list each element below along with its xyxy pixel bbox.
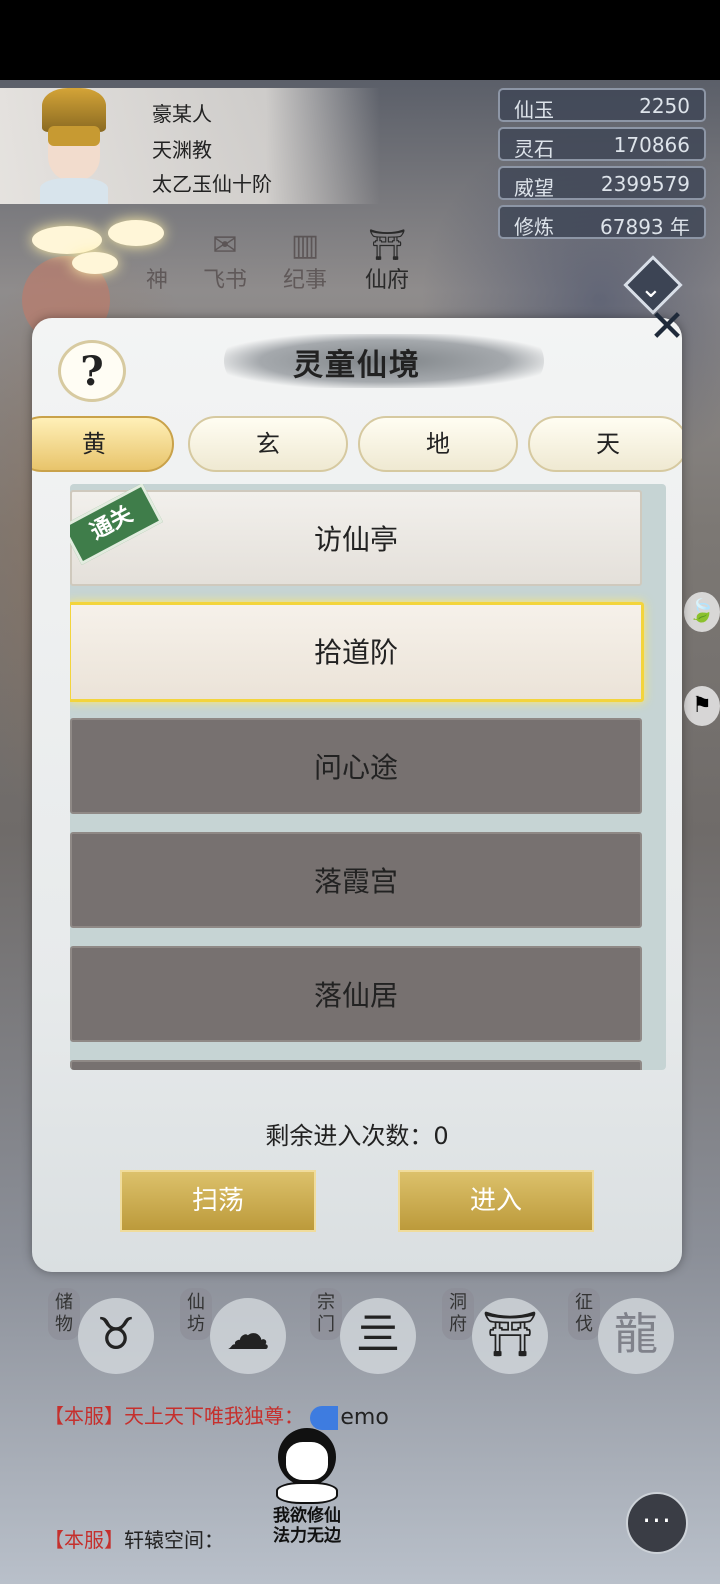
player-avatar[interactable] xyxy=(18,86,130,204)
stage-row-fangxianting[interactable]: 访仙亭 通关 xyxy=(70,484,642,586)
meme-face xyxy=(286,1442,328,1480)
player-sect: 天渊教 xyxy=(152,138,212,162)
stat-immortal-jade: 仙玉 2250 xyxy=(498,88,706,122)
dialog-title: 灵童仙境 xyxy=(293,348,421,383)
chat-message[interactable]: 【本服】天上天下唯我独尊： emo xyxy=(44,1400,431,1430)
stat-label: 修炼 xyxy=(514,215,554,239)
scroll-icon: ▥ xyxy=(290,228,320,263)
remaining-entries: 剩余进入次数：0 xyxy=(32,1116,682,1151)
spirit-child-realm-dialog: 灵童仙境 ? 黄 玄 地 天 访仙亭 通关 拾道阶 问心途 落霞宫 落仙居 剩余… xyxy=(32,318,682,1272)
bottom-nav-label: 征伐 xyxy=(568,1288,600,1340)
stage-name: 落霞宫 xyxy=(313,865,398,898)
bottom-nav-storage[interactable]: 储物 ♉ xyxy=(40,1288,170,1378)
letter-icon: ✉ xyxy=(212,228,238,263)
leaf-event-icon[interactable]: 🍃 xyxy=(684,592,720,632)
red-flag-icon[interactable]: ⚑ xyxy=(684,686,720,726)
bottom-nav-cave[interactable]: 洞府 ⛩ xyxy=(434,1288,564,1378)
stat-prestige: 威望 2399579 xyxy=(498,166,706,200)
chat-speaker: 轩辕空间： xyxy=(124,1528,224,1552)
tab-di[interactable]: 地 xyxy=(358,416,518,472)
stage-name: 拾道阶 xyxy=(313,636,398,669)
stage-list[interactable]: 访仙亭 通关 拾道阶 问心途 落霞宫 落仙居 xyxy=(70,484,666,1070)
bottom-nav-shop[interactable]: 仙坊 ☁ xyxy=(172,1288,302,1378)
meme-caption: 我欲修仙 法力无边 xyxy=(273,1506,341,1546)
bottom-nav-label: 仙坊 xyxy=(180,1288,212,1340)
chat-channel-tag: 【本服】 xyxy=(44,1404,124,1428)
chat-channel-tag: 【本服】 xyxy=(44,1528,124,1552)
sweep-button[interactable]: 扫荡 xyxy=(120,1170,316,1232)
chat-speaker: 天上天下唯我独尊： xyxy=(124,1404,304,1428)
stage-row-next-partial[interactable] xyxy=(70,1060,642,1070)
stage-row-luoxianju[interactable]: 落仙居 xyxy=(70,946,642,1042)
stage-name: 访仙亭 xyxy=(313,523,398,556)
player-name: 豪某人 xyxy=(152,102,212,126)
tree-canopy xyxy=(32,226,102,254)
mansion-icon: ⛩ xyxy=(367,228,407,263)
shop-icon: ☁ xyxy=(210,1298,286,1374)
deity-icon xyxy=(128,228,186,262)
cave-pavilion-icon: ⛩ xyxy=(472,1298,548,1374)
avatar-robe xyxy=(40,178,108,204)
bottom-nav-label: 洞府 xyxy=(442,1288,474,1340)
remaining-count: 0 xyxy=(433,1122,449,1150)
bag-icon: ♉ xyxy=(78,1298,154,1374)
enter-button[interactable]: 进入 xyxy=(398,1170,594,1232)
chat-bubble-button[interactable]: ··· xyxy=(626,1492,688,1554)
stat-label: 仙玉 xyxy=(514,98,554,122)
stage-row-luoxiagong[interactable]: 落霞宫 xyxy=(70,832,642,928)
tab-xuan[interactable]: 玄 xyxy=(188,416,348,472)
stage-row-shidaojie[interactable]: 拾道阶 xyxy=(70,602,644,702)
close-icon[interactable]: ✕ xyxy=(646,305,688,349)
player-rank: 太乙玉仙十阶 xyxy=(152,172,272,196)
tab-huang[interactable]: 黄 xyxy=(32,416,174,472)
topnav-chronicle[interactable]: ▥ 纪事 xyxy=(276,228,334,293)
topnav-deity[interactable]: 神 xyxy=(128,228,186,293)
avatar-gold-mask xyxy=(48,126,100,146)
meme-sticker: 我欲修仙 法力无边 xyxy=(262,1428,352,1548)
bottom-nav-sect[interactable]: 宗门 亖 xyxy=(302,1288,432,1378)
stat-label: 灵石 xyxy=(514,137,554,161)
stat-value: 2399579 xyxy=(600,172,690,196)
topnav-label: 飞书 xyxy=(202,268,247,293)
meme-body xyxy=(276,1482,338,1504)
stat-cultivation: 修炼 67893 年 xyxy=(498,205,706,239)
tab-tian[interactable]: 天 xyxy=(528,416,682,472)
topnav-label: 仙府 xyxy=(364,268,409,293)
stat-value: 2250 xyxy=(639,94,690,118)
tree-canopy xyxy=(72,252,118,274)
remaining-label: 剩余进入次数： xyxy=(265,1122,434,1150)
stat-label: 威望 xyxy=(514,176,554,200)
stage-name: 落仙居 xyxy=(313,979,398,1012)
stage-row-wenxintu[interactable]: 问心途 xyxy=(70,718,642,814)
stat-value: 67893 年 xyxy=(600,215,690,239)
status-bar xyxy=(0,0,720,80)
topnav-label: 纪事 xyxy=(282,268,327,293)
sect-gate-icon: 亖 xyxy=(340,1298,416,1374)
bottom-nav-label: 储物 xyxy=(48,1288,80,1340)
dragon-icon: 龍 xyxy=(598,1298,674,1374)
bottom-nav-conquest[interactable]: 征伐 龍 xyxy=(560,1288,690,1378)
topnav-label: 神 xyxy=(145,268,168,293)
topnav-mansion[interactable]: ⛩ 仙府 xyxy=(358,228,416,293)
bottom-nav-label: 宗门 xyxy=(310,1288,342,1340)
chat-emoji-message: emo xyxy=(310,1405,431,1430)
stage-name: 问心途 xyxy=(313,751,398,784)
help-button[interactable]: ? xyxy=(58,340,126,402)
chevron-down-icon: ⌄ xyxy=(640,274,662,304)
topnav-letter[interactable]: ✉ 飞书 xyxy=(196,228,254,293)
chat-message[interactable]: 【本服】轩辕空间： xyxy=(44,1524,224,1553)
stat-spirit-stone: 灵石 170866 xyxy=(498,127,706,161)
stat-value: 170866 xyxy=(613,133,690,157)
